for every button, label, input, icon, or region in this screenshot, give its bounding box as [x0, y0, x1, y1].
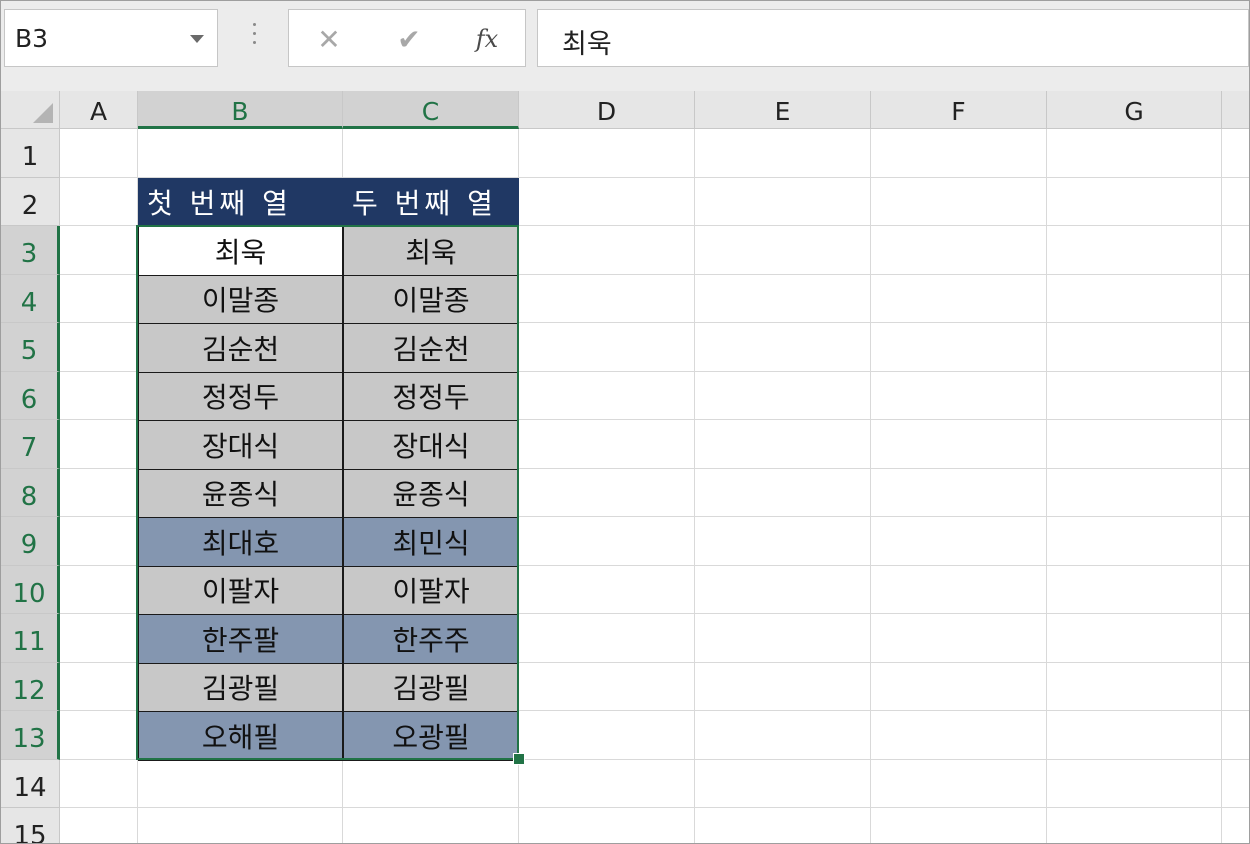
- column-header-f[interactable]: F: [871, 91, 1047, 129]
- table-cell[interactable]: 최욱: [343, 226, 519, 276]
- row-header-12[interactable]: 12: [1, 662, 60, 711]
- table-cell[interactable]: 윤종식: [138, 468, 343, 518]
- table-cell[interactable]: 장대식: [343, 420, 519, 470]
- table-cell[interactable]: 이말종: [138, 274, 343, 324]
- table-header-cell[interactable]: 두 번째 열: [343, 177, 519, 227]
- column-gridline: [1221, 129, 1222, 843]
- column-gridline: [1046, 129, 1047, 843]
- enter-check-icon[interactable]: ✔: [389, 20, 429, 58]
- table-cell[interactable]: 한주주: [343, 614, 519, 664]
- table-cell[interactable]: 이말종: [343, 274, 519, 324]
- row-header-5[interactable]: 5: [1, 323, 60, 372]
- table-header-cell[interactable]: 첫 번째 열: [138, 177, 343, 227]
- row-header-1[interactable]: 1: [1, 129, 60, 178]
- column-header-c[interactable]: C: [343, 91, 519, 129]
- row-header-6[interactable]: 6: [1, 371, 60, 420]
- table-cell[interactable]: 김광필: [138, 662, 343, 712]
- fill-handle[interactable]: [513, 753, 525, 765]
- column-header-b[interactable]: B: [138, 91, 343, 129]
- row-header-7[interactable]: 7: [1, 420, 60, 469]
- table-cell[interactable]: 장대식: [138, 420, 343, 470]
- select-all-corner[interactable]: [1, 91, 60, 129]
- column-header-g[interactable]: G: [1047, 91, 1222, 129]
- column-header-a[interactable]: A: [60, 91, 138, 129]
- table-cell[interactable]: 정정두: [138, 371, 343, 421]
- table-cell[interactable]: 김순천: [138, 323, 343, 373]
- column-gridline: [870, 129, 871, 843]
- insert-function-icon[interactable]: fx: [467, 20, 507, 58]
- row-header-3[interactable]: 3: [1, 226, 60, 275]
- table-cell[interactable]: 김순천: [343, 323, 519, 373]
- table-cell[interactable]: 이팔자: [138, 565, 343, 615]
- name-box-value: B3: [15, 24, 49, 53]
- row-header-9[interactable]: 9: [1, 517, 60, 566]
- name-box-dropdown-icon[interactable]: [190, 35, 204, 43]
- row-header-10[interactable]: 10: [1, 565, 60, 614]
- formula-input[interactable]: 최욱: [537, 9, 1249, 67]
- row-header-2[interactable]: 2: [1, 177, 60, 226]
- table-cell[interactable]: 이팔자: [343, 565, 519, 615]
- table-cell[interactable]: 최민식: [343, 517, 519, 567]
- column-header-e[interactable]: E: [695, 91, 871, 129]
- formula-buttons: ✕ ✔ fx: [288, 9, 526, 67]
- row-gridline: [60, 807, 1249, 808]
- cancel-icon[interactable]: ✕: [309, 20, 349, 58]
- row-header-14[interactable]: 14: [1, 759, 60, 808]
- table-cell[interactable]: 오광필: [343, 711, 519, 761]
- row-header-11[interactable]: 11: [1, 614, 60, 663]
- table-cell[interactable]: 김광필: [343, 662, 519, 712]
- formula-bar: B3 ✕ ✔ fx 최욱: [1, 1, 1249, 92]
- formula-bar-grip-icon[interactable]: [247, 23, 261, 53]
- row-header-8[interactable]: 8: [1, 468, 60, 517]
- table-cell[interactable]: 정정두: [343, 371, 519, 421]
- select-all-triangle-icon: [33, 103, 53, 123]
- name-box[interactable]: B3: [4, 9, 218, 67]
- column-header-partial[interactable]: [1222, 91, 1249, 129]
- excel-window: B3 ✕ ✔ fx 최욱 ABCDEFG 1 2 3 4 5 6 7 8 9 10 11 12 13 14…: [0, 0, 1250, 844]
- table-cell[interactable]: 최욱: [138, 226, 343, 276]
- row-header-15[interactable]: 15: [1, 808, 60, 843]
- table-cell[interactable]: 오해필: [138, 711, 343, 761]
- table-cell[interactable]: 최대호: [138, 517, 343, 567]
- table-cell[interactable]: 한주팔: [138, 614, 343, 664]
- column-gridline: [694, 129, 695, 843]
- row-header-4[interactable]: 4: [1, 274, 60, 323]
- row-header-13[interactable]: 13: [1, 711, 60, 760]
- column-header-d[interactable]: D: [519, 91, 695, 129]
- table-cell[interactable]: 윤종식: [343, 468, 519, 518]
- formula-value: 최욱: [562, 29, 612, 60]
